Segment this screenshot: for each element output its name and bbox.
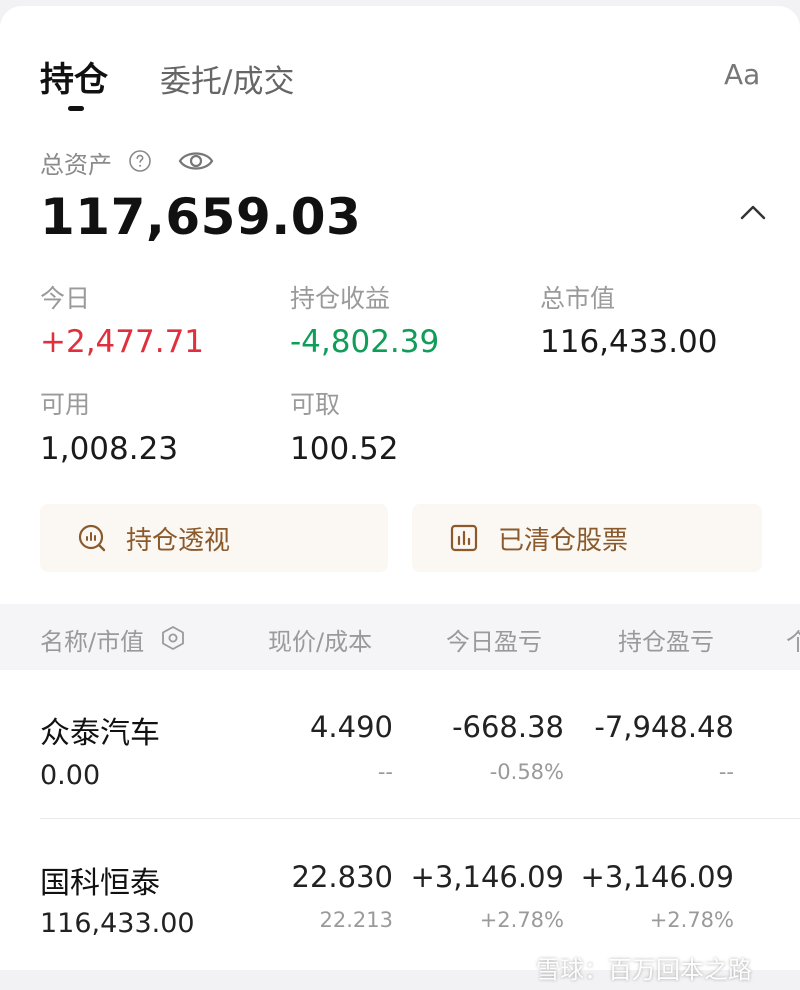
total-assets-value: 117,659.03	[40, 188, 362, 246]
today-pnl-value: +2,477.71	[40, 324, 205, 360]
chevron-up-icon[interactable]	[738, 202, 768, 222]
stock-today-pnl: -668.38	[452, 710, 564, 744]
stock-today-pct: -0.58%	[489, 760, 564, 784]
stock-today-pnl: +3,146.09	[410, 860, 564, 894]
tab-orders-trades[interactable]: 委托/成交	[160, 56, 294, 101]
stock-market-value: 0.00	[40, 760, 101, 791]
stock-price: 22.830	[291, 860, 393, 894]
col-head-today-pnl[interactable]: 今日盈亏	[446, 622, 542, 657]
holding-pnl-value: -4,802.39	[290, 324, 440, 360]
stock-holding-pnl: -7,948.48	[594, 710, 734, 744]
hexagon-settings-icon[interactable]	[160, 625, 186, 651]
stock-cost: 22.213	[319, 908, 393, 932]
total-assets-label: 总资产	[40, 151, 112, 179]
holdings-perspective-button[interactable]: 持仓透视	[40, 504, 388, 572]
stock-name[interactable]: 国科恒泰	[40, 858, 160, 902]
today-pnl-label: 今日	[40, 284, 91, 313]
cleared-stocks-button[interactable]: 已清仓股票	[412, 504, 762, 572]
stock-holding-pct: +2.78%	[649, 908, 734, 932]
holding-pnl-label: 持仓收益	[290, 284, 391, 313]
market-value-label: 总市值	[540, 284, 616, 313]
stock-holding-pnl: +3,146.09	[580, 860, 734, 894]
stock-cost: --	[377, 760, 393, 784]
stock-today-pct: +2.78%	[479, 908, 564, 932]
eye-icon[interactable]	[178, 146, 214, 176]
magnifier-chart-icon	[78, 524, 106, 552]
cleared-stocks-label: 已清仓股票	[498, 525, 629, 556]
font-size-toggle-button[interactable]: Aa	[724, 58, 760, 91]
stock-holding-pct: --	[718, 760, 734, 784]
col-head-holding-pnl[interactable]: 持仓盈亏	[618, 622, 714, 657]
bar-chart-box-icon	[450, 524, 478, 552]
col-head-name-value[interactable]: 名称/市值	[40, 622, 144, 657]
withdrawable-value: 100.52	[290, 431, 399, 467]
holdings-perspective-label: 持仓透视	[126, 525, 231, 556]
question-circle-icon[interactable]	[128, 149, 152, 173]
withdrawable-label: 可取	[290, 390, 341, 419]
col-head-overflow[interactable]: 个	[786, 622, 800, 657]
stock-price: 4.490	[309, 710, 393, 744]
available-value: 1,008.23	[40, 431, 179, 467]
stock-name[interactable]: 众泰汽车	[40, 708, 160, 752]
available-label: 可用	[40, 390, 91, 419]
tab-active-indicator	[68, 106, 84, 111]
row-divider	[40, 818, 800, 819]
stock-market-value: 116,433.00	[40, 908, 195, 939]
tab-holdings[interactable]: 持仓	[40, 52, 108, 101]
market-value-value: 116,433.00	[540, 324, 718, 360]
watermark: 雪球：百万回本之路	[536, 956, 752, 984]
col-head-price-cost[interactable]: 现价/成本	[268, 622, 372, 657]
